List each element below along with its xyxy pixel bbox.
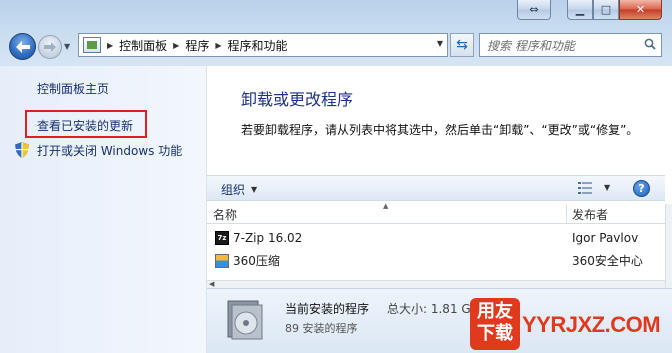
column-header-publisher[interactable]: 发布者 — [567, 204, 665, 224]
search-icon[interactable] — [644, 38, 656, 50]
search-placeholder: 搜索 程序和功能 — [487, 38, 575, 53]
uac-shield-icon — [15, 142, 29, 158]
column-header-name[interactable]: 名称 — [207, 204, 567, 224]
arrow-left-icon — [15, 40, 30, 53]
refresh-icon: ⇆ — [456, 37, 468, 53]
page-title: 卸载或更改程序 — [241, 90, 354, 109]
swap-window-button[interactable]: ⇔ — [517, 0, 551, 20]
program-publisher: 360安全中心 — [572, 254, 643, 268]
360zip-icon — [215, 253, 229, 268]
chevron-down-icon: ▼ — [251, 185, 258, 194]
view-details-icon[interactable] — [578, 182, 592, 194]
total-size-label: 总大小: 1.81 GB — [387, 302, 479, 316]
installed-programs-icon — [227, 300, 263, 340]
installed-count-label: 89 安装的程序 — [285, 322, 358, 335]
main-content: 卸载或更改程序 若要卸载程序，请从列表中将其选中，然后单击“卸载”、“更改”或“… — [207, 66, 672, 353]
view-installed-updates-link[interactable]: 查看已安装的更新 — [37, 117, 133, 134]
horizontal-scrollbar[interactable]: ◀ — [207, 280, 665, 288]
refresh-button[interactable]: ⇆ — [450, 33, 474, 57]
breadcrumb-programs-features[interactable]: 程序和功能 — [228, 37, 288, 54]
address-dropdown-icon[interactable]: ▼ — [437, 39, 443, 48]
forward-button[interactable] — [38, 35, 62, 59]
close-button[interactable]: ✕ — [619, 0, 662, 20]
command-toolbar: 组织 ▼ ▼ ? — [207, 175, 665, 201]
program-name: 7-Zip 16.02 — [233, 231, 303, 245]
breadcrumb-separator-icon[interactable]: ▶ — [215, 41, 221, 50]
page-description: 若要卸载程序，请从列表中将其选中，然后单击“卸载”、“更改”或“修复”。 — [241, 123, 639, 137]
breadcrumb-control-panel[interactable]: 控制面板 — [119, 37, 167, 54]
organize-label: 组织 — [221, 183, 246, 197]
swap-icon: ⇔ — [529, 3, 539, 16]
table-row[interactable]: 7z 7-Zip 16.02 Igor Pavlov — [207, 228, 665, 250]
search-input[interactable]: 搜索 程序和功能 — [479, 33, 662, 57]
breadcrumb-programs[interactable]: 程序 — [185, 37, 209, 54]
breadcrumb-separator-icon[interactable]: ▶ — [173, 41, 179, 50]
chevron-down-icon: ▼ — [64, 42, 71, 51]
close-icon: ✕ — [635, 3, 646, 16]
program-publisher: Igor Pavlov — [572, 231, 639, 245]
organize-button[interactable]: 组织 ▼ — [221, 181, 257, 198]
maximize-button[interactable]: □ — [593, 0, 619, 20]
scroll-left-icon[interactable]: ◀ — [209, 280, 214, 288]
minimize-button[interactable]: ▁ — [567, 0, 593, 20]
window-controls: ▁ □ ✕ — [567, 0, 662, 20]
back-button[interactable] — [9, 33, 36, 60]
watermark-site-text: YYRJXZ.COM — [522, 312, 661, 337]
control-panel-icon — [83, 37, 101, 53]
help-icon[interactable]: ? — [633, 180, 650, 197]
address-bar[interactable]: ▶ 控制面板 ▶ 程序 ▶ 程序和功能 ▼ — [78, 33, 448, 57]
view-options-dropdown-icon[interactable]: ▼ — [604, 183, 610, 192]
table-row[interactable]: 360压缩 360安全中心 — [207, 249, 665, 271]
vertical-scrollbar[interactable] — [665, 204, 672, 288]
installed-programs-label: 当前安装的程序 — [285, 302, 370, 316]
program-name: 360压缩 — [233, 254, 280, 268]
control-panel-home-link[interactable]: 控制面板主页 — [37, 80, 109, 97]
table-header: ▲ 名称 发布者 — [207, 202, 665, 224]
minimize-icon: ▁ — [575, 3, 585, 16]
watermark-logo: 用友 下载 — [470, 298, 520, 350]
maximize-icon: □ — [600, 3, 612, 16]
recent-pages-button[interactable]: ▼ — [64, 42, 70, 51]
arrow-right-icon — [44, 42, 56, 52]
breadcrumb-separator-icon[interactable]: ▶ — [107, 41, 113, 50]
7zip-icon: 7z — [215, 231, 229, 245]
windows-features-link[interactable]: 打开或关闭 Windows 功能 — [37, 142, 182, 159]
